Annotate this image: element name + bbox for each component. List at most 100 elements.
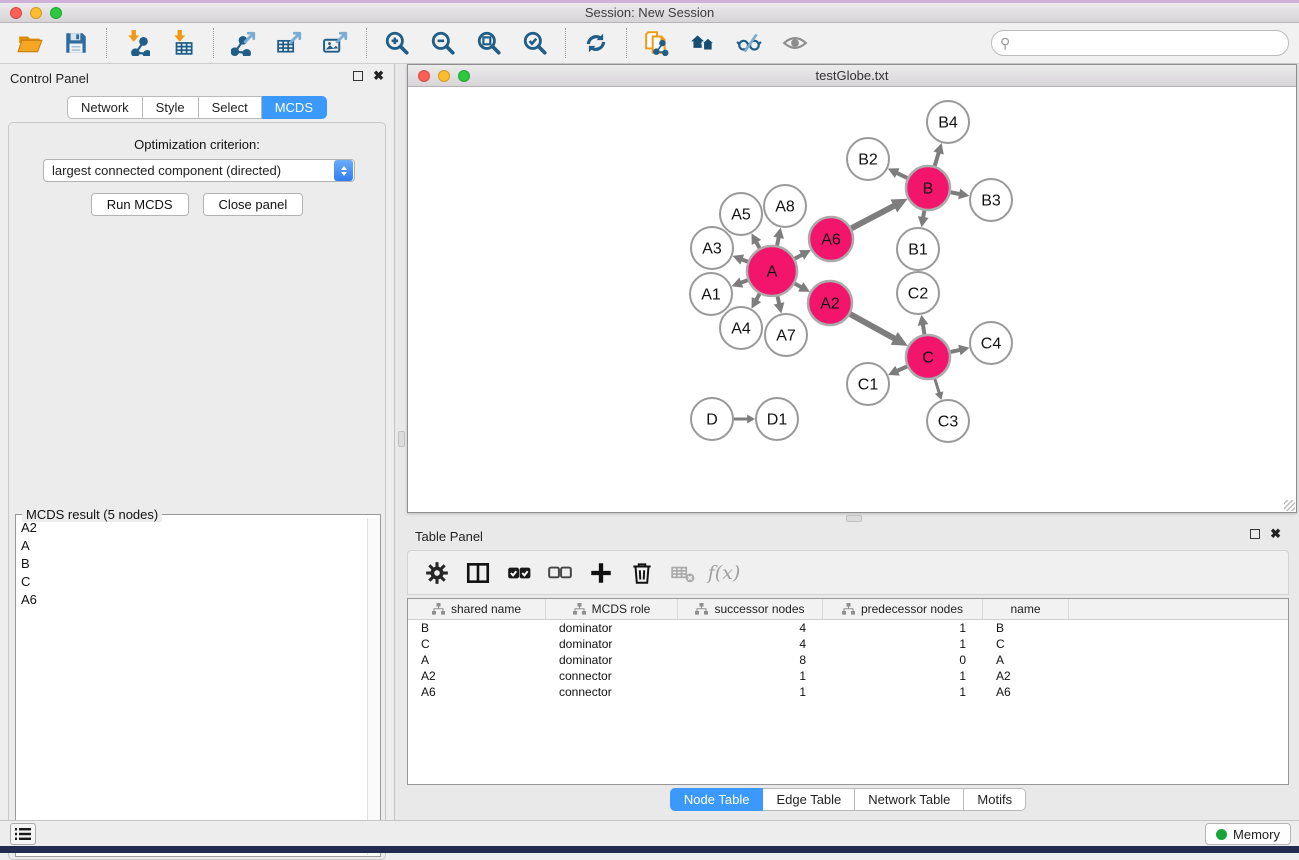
edge-A6-B[interactable] [850,205,894,228]
mcds-result-item[interactable]: A2 [16,518,367,536]
deselect-all-icon[interactable] [545,558,575,588]
network-canvas[interactable]: B4B2BB3A5A8A6A3AB1A1A2C2A4A7C4CC1C3DD1 [408,87,1296,512]
edge-B-B4[interactable] [934,152,939,167]
table-row[interactable]: Bdominator41B [408,620,1288,636]
table-cell: B [983,621,1069,635]
mcds-result-item[interactable]: A [16,536,367,554]
edge-C-C1[interactable] [897,366,908,371]
clone-network-icon[interactable] [641,28,673,58]
criterion-dropdown[interactable]: largest connected component (directed) [43,159,355,182]
column-header-name[interactable]: name [983,599,1069,619]
edge-A-A2[interactable] [794,283,802,287]
toolbar-group [0,28,106,58]
network-close-icon[interactable] [418,70,430,82]
close-table-panel-icon[interactable]: ✖ [1270,529,1281,539]
run-mcds-button[interactable]: Run MCDS [91,193,189,216]
zoom-selected-icon[interactable] [519,28,551,58]
hide-selected-icon[interactable] [733,28,765,58]
export-image-icon[interactable] [320,28,352,58]
first-neighbors-icon[interactable] [687,28,719,58]
network-minimize-icon[interactable] [438,70,450,82]
zoom-fit-icon[interactable] [473,28,505,58]
edge-A-A4[interactable] [756,293,760,300]
search-box[interactable]: ⚲ [991,30,1289,56]
edge-C-C4[interactable] [949,350,960,352]
edge-A-A1[interactable] [740,280,748,283]
table-cell: A [983,653,1069,667]
column-header-MCDS-role[interactable]: MCDS role [546,599,678,619]
edge-C-C3[interactable] [935,378,940,394]
search-input[interactable] [1014,33,1288,53]
import-table-icon[interactable] [167,28,199,58]
edge-B-B1[interactable] [923,210,924,218]
show-hide-panel-icon[interactable] [779,28,811,58]
memory-button[interactable]: Memory [1205,823,1291,845]
open-session-icon[interactable] [14,28,46,58]
select-all-icon[interactable] [504,558,534,588]
task-history-button[interactable] [10,823,36,845]
node-table-header: shared nameMCDS rolesuccessor nodesprede… [408,599,1288,620]
table-row[interactable]: Adominator80A [408,652,1288,668]
close-panel-button[interactable]: Close panel [203,193,304,216]
split-column-icon[interactable] [463,558,493,588]
tab-motifs[interactable]: Motifs [964,788,1026,811]
column-header-shared-name[interactable]: shared name [408,599,546,619]
control-panel-header: Control Panel ✖ [0,64,394,92]
tab-node-table[interactable]: Node Table [670,788,764,811]
horizontal-split-handle[interactable] [846,515,862,522]
column-header-successor-nodes[interactable]: successor nodes [678,599,823,619]
table-cell: 0 [823,653,983,667]
tab-style[interactable]: Style [143,96,199,119]
edge-B-B2[interactable] [896,173,908,179]
tab-edge-table[interactable]: Edge Table [763,788,855,811]
float-panel-icon[interactable] [353,71,363,81]
tab-network-table[interactable]: Network Table [855,788,964,811]
toolbar-group [213,28,366,58]
edge-A-A6[interactable] [794,254,803,259]
edge-C-C2[interactable] [923,324,925,335]
edge-A-A7[interactable] [777,295,779,304]
node-label-B2: B2 [858,152,878,169]
network-window-titlebar[interactable]: testGlobe.txt [408,65,1296,87]
zoom-out-icon[interactable] [427,28,459,58]
result-scrollbar[interactable] [367,518,380,855]
add-column-icon[interactable] [586,558,616,588]
import-network-icon[interactable] [121,28,153,58]
export-table-icon[interactable] [274,28,306,58]
close-panel-icon[interactable]: ✖ [373,71,384,81]
gear-icon[interactable] [422,558,452,588]
table-row[interactable]: Cdominator41C [408,636,1288,652]
table-tabs: Node TableEdge TableNetwork TableMotifs [407,788,1289,811]
float-table-panel-icon[interactable] [1250,529,1260,539]
mcds-result-item[interactable]: B [16,554,367,572]
zoom-in-icon[interactable] [381,28,413,58]
arrowhead-icon [774,302,785,313]
table-panel-header: Table Panel ✖ [407,522,1297,550]
vertical-split-handle[interactable] [398,431,405,447]
edge-A-A8[interactable] [777,237,779,247]
delete-column-icon[interactable] [627,558,657,588]
arrowhead-icon [747,415,755,424]
refresh-layout-icon[interactable] [580,28,612,58]
edge-A-A5[interactable] [756,242,760,249]
save-session-icon[interactable] [60,28,92,58]
network-maximize-icon[interactable] [458,70,470,82]
maximize-window-icon[interactable] [50,7,62,19]
edge-B-B3[interactable] [950,192,961,194]
column-header-predecessor-nodes[interactable]: predecessor nodes [823,599,983,619]
export-network-icon[interactable] [228,28,260,58]
close-window-icon[interactable] [10,7,22,19]
window-titlebar: Session: New Session [0,3,1299,23]
tab-mcds[interactable]: MCDS [262,96,327,119]
tab-network[interactable]: Network [67,96,143,119]
resize-grip-icon[interactable] [1284,500,1295,511]
tab-select[interactable]: Select [199,96,262,119]
table-row[interactable]: A6connector11A6 [408,684,1288,700]
table-row[interactable]: A2connector11A2 [408,668,1288,684]
mcds-result-item[interactable]: A6 [16,590,367,608]
mcds-result-item[interactable]: C [16,572,367,590]
memory-status-icon [1216,829,1227,840]
edge-A2-C[interactable] [849,314,895,339]
minimize-window-icon[interactable] [30,7,42,19]
tree-icon [432,603,445,615]
